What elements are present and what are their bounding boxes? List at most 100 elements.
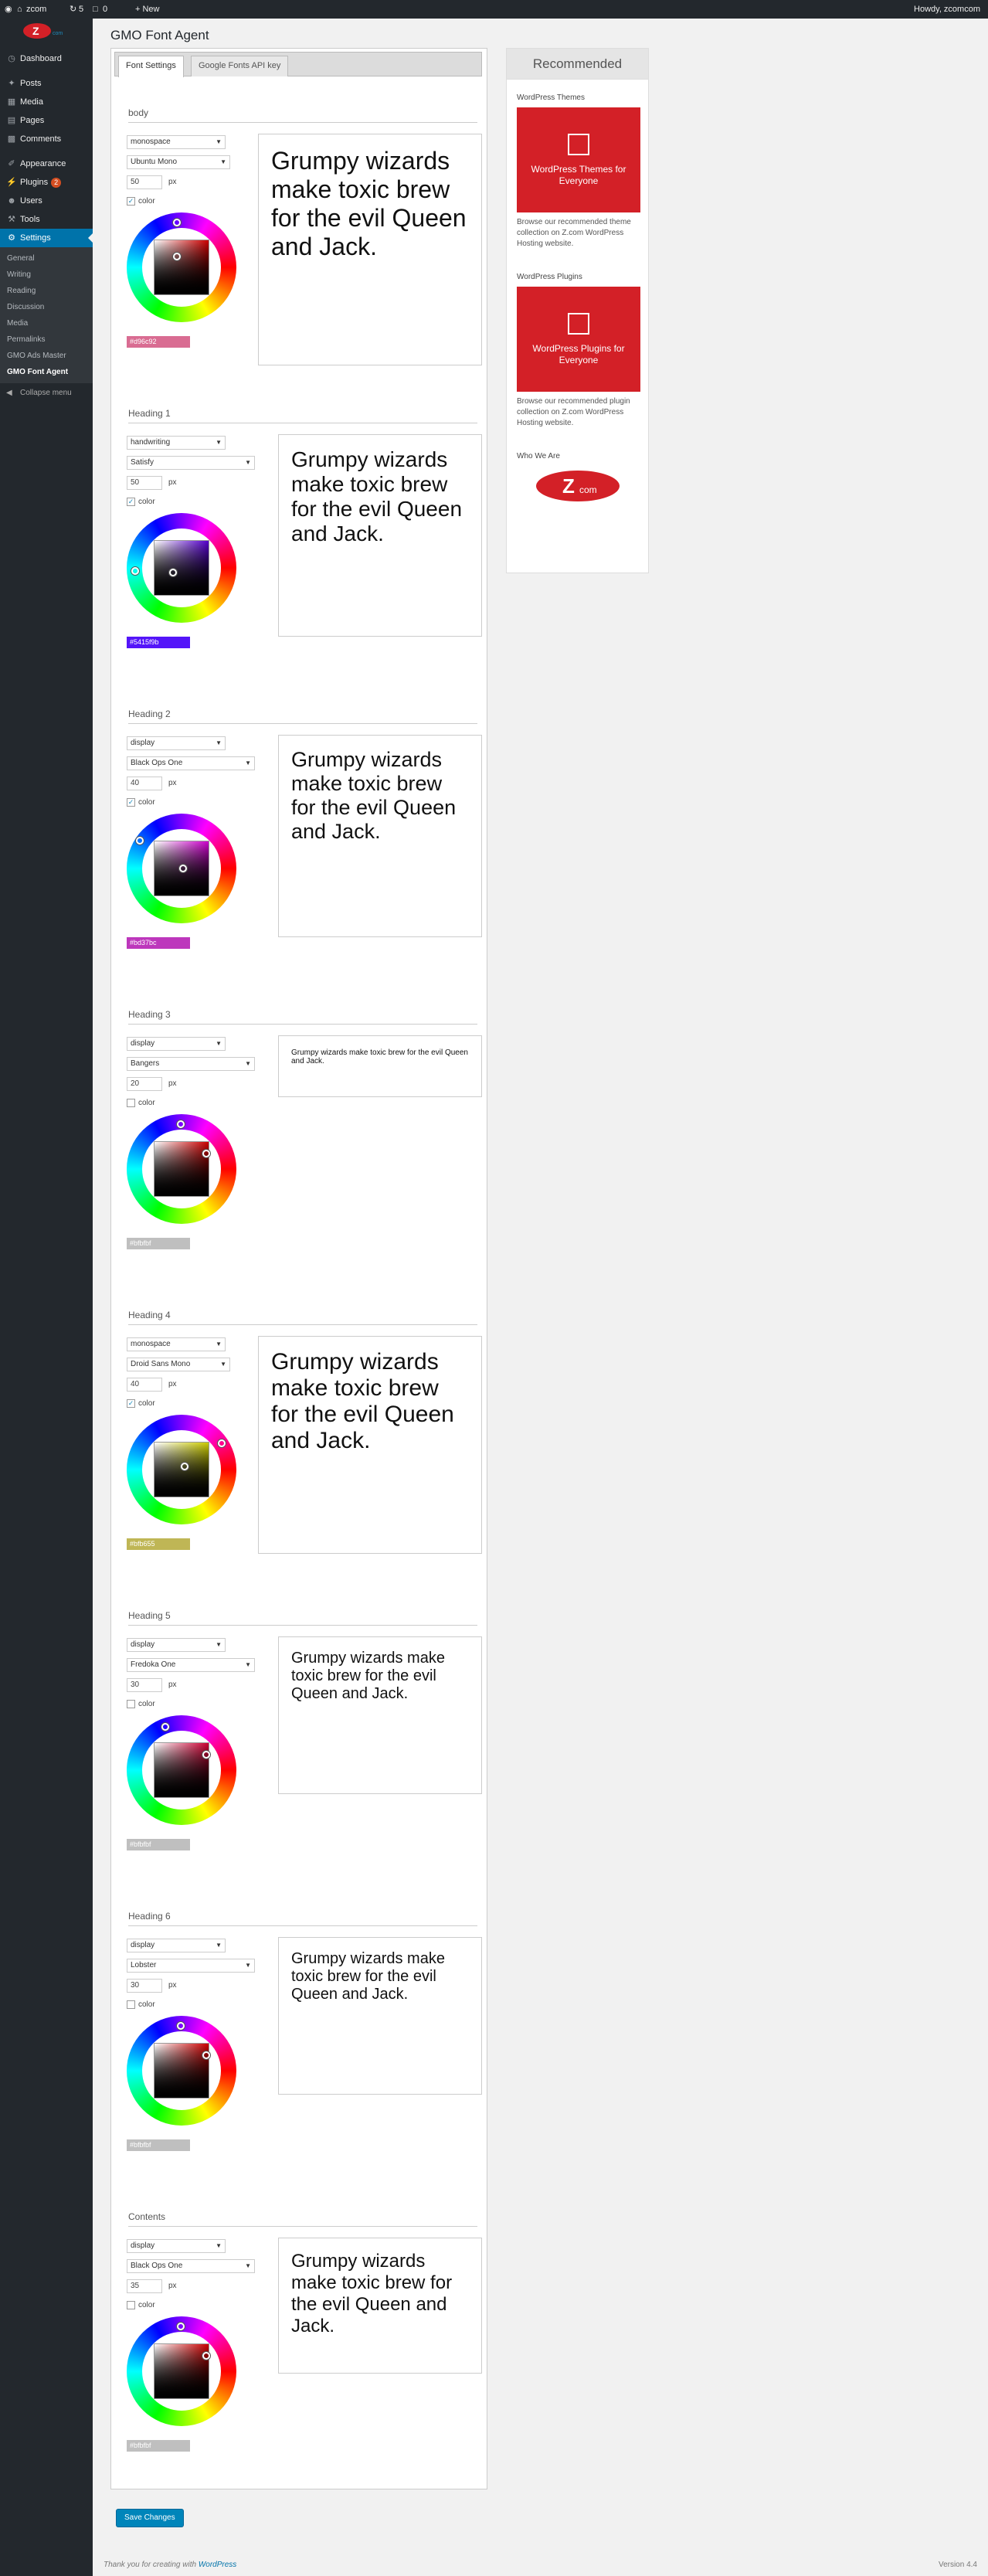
color-checkbox[interactable] xyxy=(127,1700,135,1708)
howdy-user-link[interactable]: Howdy, zcomcom xyxy=(914,0,980,19)
font-family-select[interactable]: Bangers ▼ xyxy=(127,1057,255,1071)
color-hex-swatch[interactable]: #bd37bc xyxy=(127,937,190,949)
font-category-select[interactable]: display ▼ xyxy=(127,1638,226,1652)
submenu-reading[interactable]: Reading xyxy=(0,283,93,299)
font-category-select[interactable]: monospace ▼ xyxy=(127,135,226,149)
font-family-select[interactable]: Lobster ▼ xyxy=(127,1959,255,1973)
submenu-discussion[interactable]: Discussion xyxy=(0,299,93,315)
color-hex-swatch[interactable]: #bfbfbf xyxy=(127,2440,190,2452)
font-size-input[interactable]: 50 xyxy=(127,476,162,490)
comments-count[interactable]: 0 xyxy=(103,0,107,19)
hue-marker[interactable] xyxy=(136,837,144,845)
font-category-select[interactable]: display ▼ xyxy=(127,1939,226,1952)
font-family-select[interactable]: Droid Sans Mono ▼ xyxy=(127,1358,230,1371)
updates-count[interactable]: 5 xyxy=(79,0,83,19)
wordpress-logo-icon[interactable]: ◉ xyxy=(5,0,12,19)
color-checkbox[interactable]: ✓ xyxy=(127,1399,135,1408)
submenu-gmo-ads-master[interactable]: GMO Ads Master xyxy=(0,348,93,364)
color-wheel-picker[interactable] xyxy=(127,2316,236,2426)
color-wheel-picker[interactable] xyxy=(127,2016,236,2126)
font-size-input[interactable]: 40 xyxy=(127,1378,162,1392)
font-category-select[interactable]: handwriting ▼ xyxy=(127,436,226,450)
hue-marker[interactable] xyxy=(161,1723,169,1731)
color-checkbox[interactable] xyxy=(127,2000,135,2009)
new-content-link[interactable]: + New xyxy=(135,0,160,19)
hue-marker[interactable] xyxy=(177,2323,185,2330)
shade-marker[interactable] xyxy=(181,1463,188,1470)
plugins-banner[interactable]: WordPress Plugins for Everyone xyxy=(517,287,640,392)
font-size-input[interactable]: 20 xyxy=(127,1077,162,1091)
color-hex-swatch[interactable]: #d96c92 xyxy=(127,336,190,348)
color-hex-swatch[interactable]: #bfbfbf xyxy=(127,1238,190,1249)
font-family-select[interactable]: Satisfy ▼ xyxy=(127,456,255,470)
font-family-select[interactable]: Fredoka One ▼ xyxy=(127,1658,255,1672)
shade-marker[interactable] xyxy=(202,1751,210,1759)
menu-settings[interactable]: ⚙ Settings xyxy=(0,229,93,247)
color-square[interactable] xyxy=(154,240,209,295)
font-category-select[interactable]: display ▼ xyxy=(127,1037,226,1051)
color-square[interactable] xyxy=(154,2043,209,2099)
menu-dashboard[interactable]: ◷ Dashboard xyxy=(0,49,93,68)
hue-marker[interactable] xyxy=(173,219,181,226)
wordpress-link[interactable]: WordPress xyxy=(199,2561,236,2569)
zcom-logo[interactable]: Z com xyxy=(535,467,621,505)
font-family-select[interactable]: Black Ops One ▼ xyxy=(127,756,255,770)
color-checkbox[interactable]: ✓ xyxy=(127,798,135,807)
submenu-media[interactable]: Media xyxy=(0,315,93,331)
shade-marker[interactable] xyxy=(202,2352,210,2360)
shade-marker[interactable] xyxy=(179,865,187,872)
color-wheel-picker[interactable] xyxy=(127,1114,236,1224)
submenu-writing[interactable]: Writing xyxy=(0,267,93,283)
menu-posts[interactable]: ✦ Posts xyxy=(0,74,93,93)
color-square[interactable] xyxy=(154,2343,209,2399)
menu-media[interactable]: ▦ Media xyxy=(0,93,93,111)
hue-marker[interactable] xyxy=(177,2022,185,2030)
save-changes-button[interactable]: Save Changes xyxy=(116,2509,184,2527)
color-checkbox[interactable] xyxy=(127,2301,135,2309)
tab-google-fonts-api-key[interactable]: Google Fonts API key xyxy=(191,56,289,76)
menu-appearance[interactable]: ✐ Appearance xyxy=(0,155,93,173)
submenu-permalinks[interactable]: Permalinks xyxy=(0,331,93,348)
color-wheel-picker[interactable] xyxy=(127,1415,236,1524)
color-square[interactable] xyxy=(154,1742,209,1798)
font-family-select[interactable]: Ubuntu Mono ▼ xyxy=(127,155,230,169)
color-hex-swatch[interactable]: #5415f9b xyxy=(127,637,190,648)
color-checkbox[interactable] xyxy=(127,1099,135,1107)
color-checkbox[interactable]: ✓ xyxy=(127,498,135,506)
themes-banner[interactable]: WordPress Themes for Everyone xyxy=(517,107,640,212)
menu-tools[interactable]: ⚒ Tools xyxy=(0,210,93,229)
color-square[interactable] xyxy=(154,540,209,596)
font-category-select[interactable]: display ▼ xyxy=(127,736,226,750)
menu-comments[interactable]: ▩ Comments xyxy=(0,130,93,148)
submenu-general[interactable]: General xyxy=(0,250,93,267)
shade-marker[interactable] xyxy=(169,569,177,576)
color-wheel-picker[interactable] xyxy=(127,814,236,923)
color-wheel-picker[interactable] xyxy=(127,513,236,623)
font-category-select[interactable]: monospace ▼ xyxy=(127,1337,226,1351)
site-name-link[interactable]: zcom xyxy=(26,0,46,19)
menu-plugins[interactable]: ⚡ Plugins 2 xyxy=(0,173,93,192)
menu-users[interactable]: ☻ Users xyxy=(0,192,93,210)
color-hex-swatch[interactable]: #bfb655 xyxy=(127,1538,190,1550)
color-square[interactable] xyxy=(154,1141,209,1197)
submenu-gmo-font-agent[interactable]: GMO Font Agent xyxy=(0,364,93,380)
shade-marker[interactable] xyxy=(173,253,181,260)
font-size-input[interactable]: 30 xyxy=(127,1678,162,1692)
hue-marker[interactable] xyxy=(177,1120,185,1128)
color-hex-swatch[interactable]: #bfbfbf xyxy=(127,1839,190,1850)
brand-logo[interactable]: Z com xyxy=(20,22,82,40)
hue-marker[interactable] xyxy=(131,567,139,575)
color-wheel-picker[interactable] xyxy=(127,212,236,322)
font-category-select[interactable]: display ▼ xyxy=(127,2239,226,2253)
color-checkbox[interactable]: ✓ xyxy=(127,197,135,206)
comments-icon[interactable]: □ xyxy=(93,0,98,19)
font-size-input[interactable]: 30 xyxy=(127,1979,162,1993)
color-wheel-picker[interactable] xyxy=(127,1715,236,1825)
updates-icon[interactable]: ↻ xyxy=(70,0,76,19)
font-family-select[interactable]: Black Ops One ▼ xyxy=(127,2259,255,2273)
font-size-input[interactable]: 35 xyxy=(127,2279,162,2293)
home-icon[interactable]: ⌂ xyxy=(17,0,22,19)
shade-marker[interactable] xyxy=(202,2051,210,2059)
font-size-input[interactable]: 40 xyxy=(127,777,162,790)
shade-marker[interactable] xyxy=(202,1150,210,1157)
